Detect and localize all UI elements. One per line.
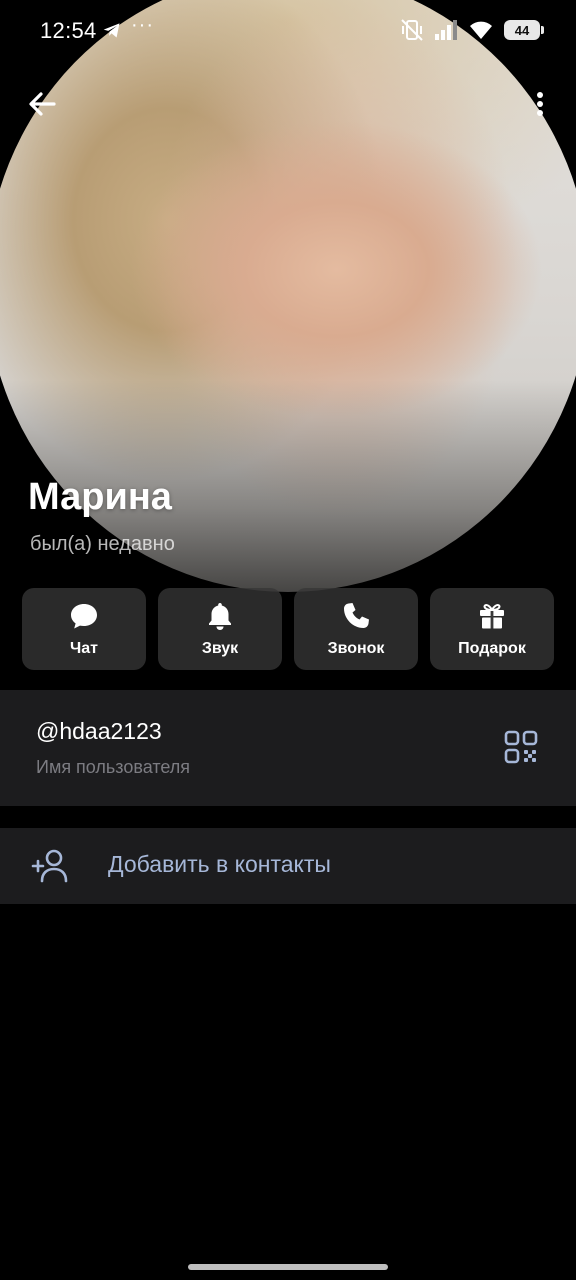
- chat-button-label: Чат: [70, 640, 98, 657]
- signal-icon: [435, 20, 457, 40]
- profile-actions: Чат Звук Звонок Подарок: [0, 588, 576, 670]
- username-caption: Имя пользователя: [36, 757, 191, 777]
- back-arrow-icon[interactable]: [22, 84, 62, 124]
- username-value[interactable]: @hdaa2123: [36, 718, 162, 745]
- username-row[interactable]: @hdaa2123 Имя пользователя: [0, 690, 576, 806]
- call-button[interactable]: Звонок: [294, 588, 418, 670]
- status-bar: 12:54 ··· 44: [0, 0, 576, 60]
- call-button-label: Звонок: [327, 640, 385, 657]
- profile-name: Марина: [28, 476, 172, 518]
- phone-icon: [340, 600, 372, 632]
- battery-indicator: 44: [504, 20, 544, 40]
- gift-button-label: Подарок: [458, 640, 526, 657]
- more-vert-icon[interactable]: [514, 84, 554, 124]
- gift-button[interactable]: Подарок: [430, 588, 554, 670]
- telegram-icon: [103, 23, 120, 38]
- add-to-contacts-label: Добавить в контакты: [108, 851, 331, 877]
- chat-button[interactable]: Чат: [22, 588, 146, 670]
- sound-button-label: Звук: [201, 640, 239, 657]
- status-time: 12:54: [40, 18, 97, 43]
- profile-hero: [0, 0, 576, 690]
- gift-icon: [476, 600, 508, 632]
- add-person-icon: [31, 849, 68, 883]
- sound-button[interactable]: Звук: [158, 588, 282, 670]
- profile-last-seen: был(а) недавно: [30, 533, 175, 555]
- home-indicator[interactable]: [188, 1264, 388, 1270]
- qr-code-icon[interactable]: [504, 730, 538, 764]
- add-to-contacts-button[interactable]: Добавить в контакты: [0, 828, 576, 904]
- notification-more-icon: ···: [131, 14, 154, 36]
- mute-vibrate-icon: [401, 19, 423, 41]
- wifi-icon: [470, 21, 492, 39]
- bell-icon: [204, 600, 236, 632]
- chat-icon: [68, 600, 100, 632]
